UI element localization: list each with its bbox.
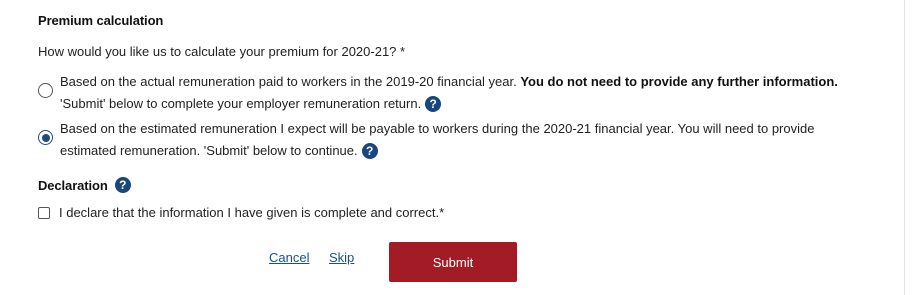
radio-option-estimated-label: Based on the estimated remuneration I ex… <box>60 118 870 162</box>
radio-button-actual[interactable] <box>38 83 53 98</box>
help-icon[interactable]: ? <box>425 95 442 112</box>
option-estimated-text: Based on the estimated remuneration I ex… <box>60 121 815 158</box>
premium-question: How would you like us to calculate your … <box>38 44 406 59</box>
declaration-header: Declaration ? <box>38 177 131 193</box>
option-actual-text: Based on the actual remuneration paid to… <box>60 74 521 89</box>
premium-calculation-title: Premium calculation <box>38 13 164 28</box>
help-icon[interactable]: ? <box>114 177 131 193</box>
radio-option-actual-label: Based on the actual remuneration paid to… <box>60 71 870 115</box>
declaration-checkbox-label[interactable]: I declare that the information I have gi… <box>59 205 444 220</box>
submit-button[interactable]: Submit <box>389 242 517 282</box>
radio-option-actual[interactable]: Based on the actual remuneration paid to… <box>38 71 878 115</box>
option-actual-text-after: 'Submit' below to complete your employer… <box>60 96 422 111</box>
radio-button-estimated[interactable] <box>38 130 53 145</box>
help-icon[interactable]: ? <box>361 142 378 159</box>
skip-link[interactable]: Skip <box>329 250 354 265</box>
cancel-link[interactable]: Cancel <box>269 250 309 265</box>
radio-option-estimated[interactable]: Based on the estimated remuneration I ex… <box>38 118 878 162</box>
declaration-checkbox-row[interactable]: I declare that the information I have gi… <box>38 205 444 220</box>
declaration-checkbox[interactable] <box>38 206 50 219</box>
option-actual-bold-text: You do not need to provide any further i… <box>520 74 838 89</box>
divider <box>904 0 905 295</box>
page: Premium calculation How would you like u… <box>0 0 918 295</box>
declaration-title: Declaration <box>38 177 108 193</box>
